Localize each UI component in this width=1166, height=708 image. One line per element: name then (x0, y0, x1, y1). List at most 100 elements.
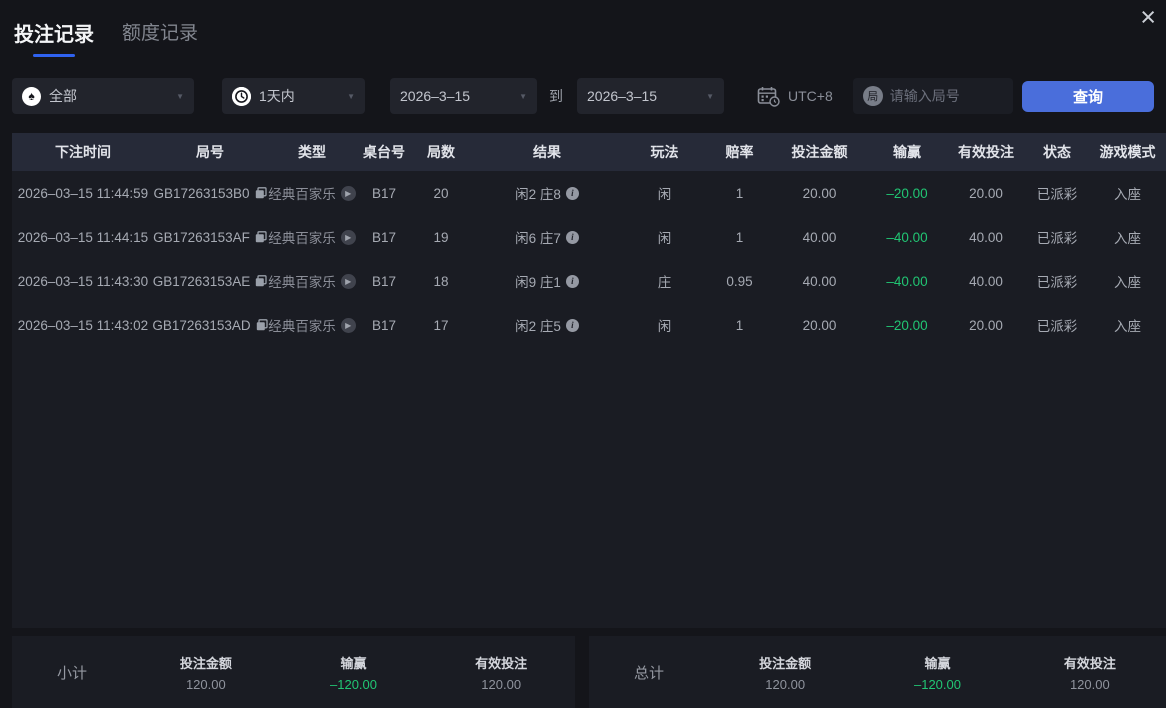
summary-bar: 小计 投注金额 120.00 输赢 –120.00 有效投注 120.00 总计… (0, 636, 1166, 708)
col-bet-amount: 投注金额 (772, 142, 867, 162)
cell-round-id: GB17263153AE (154, 274, 266, 289)
cell-win-loss: –40.00 (867, 230, 947, 245)
cell-odds: 1 (707, 318, 772, 333)
cell-bet-time: 2026–03–15 11:43:30 (12, 274, 154, 289)
play-circle-icon[interactable]: ▶ (341, 186, 356, 201)
cell-round-id: GB17263153AD (154, 318, 266, 333)
total-label: 总计 (589, 662, 709, 683)
cell-win-loss: –40.00 (867, 274, 947, 289)
game-type-value: 全部 (49, 86, 77, 106)
play-circle-icon[interactable]: ▶ (341, 318, 356, 333)
tab-quota-records[interactable]: 额度记录 (122, 18, 198, 55)
cell-game-mode: 入座 (1089, 315, 1166, 335)
play-circle-icon[interactable]: ▶ (341, 230, 356, 245)
time-range-select[interactable]: 1天内 ▼ (222, 78, 365, 114)
date-to-picker[interactable]: 2026–3–15 ▼ (577, 78, 724, 114)
cell-round-no: 18 (410, 274, 472, 289)
cell-odds: 0.95 (707, 274, 772, 289)
total-panel: 总计 投注金额 120.00 输赢 –120.00 有效投注 120.00 (589, 636, 1166, 708)
date-from-value: 2026–3–15 (400, 88, 470, 104)
cell-bet-amount: 40.00 (772, 274, 867, 289)
cell-bet-time: 2026–03–15 11:43:02 (12, 318, 154, 333)
cell-game-type: 经典百家乐 ▶ (266, 315, 358, 335)
subtotal-win-loss: 输赢 –120.00 (280, 653, 428, 692)
cell-result: 闲9 庄1 i (472, 271, 622, 291)
col-round-id: 局号 (154, 142, 266, 162)
table-header: 下注时间 局号 类型 桌台号 局数 结果 玩法 赔率 投注金额 输赢 有效投注 … (12, 133, 1166, 171)
col-type: 类型 (266, 142, 358, 162)
col-result: 结果 (472, 142, 622, 162)
query-button[interactable]: 查询 (1022, 81, 1154, 112)
clock-icon (232, 87, 251, 106)
table-row[interactable]: 2026–03–15 11:43:02 GB17263153AD 经典百家乐 ▶… (12, 303, 1166, 347)
total-bet-amount: 投注金额 120.00 (709, 653, 861, 692)
cell-round-no: 17 (410, 318, 472, 333)
col-status: 状态 (1025, 142, 1089, 162)
cell-round-no: 20 (410, 186, 472, 201)
col-valid-bet: 有效投注 (947, 142, 1025, 162)
info-icon[interactable]: i (566, 231, 579, 244)
timezone-label: UTC+8 (788, 88, 833, 104)
cell-odds: 1 (707, 186, 772, 201)
cell-game-mode: 入座 (1089, 227, 1166, 247)
cell-result: 闲2 庄5 i (472, 315, 622, 335)
col-round-no: 局数 (410, 142, 472, 162)
cell-status: 已派彩 (1025, 315, 1089, 335)
cell-game-type: 经典百家乐 ▶ (266, 227, 358, 247)
table-row[interactable]: 2026–03–15 11:44:15 GB17263153AF 经典百家乐 ▶… (12, 215, 1166, 259)
info-icon[interactable]: i (566, 275, 579, 288)
cell-status: 已派彩 (1025, 227, 1089, 247)
time-range-value: 1天内 (259, 86, 295, 106)
cell-valid-bet: 20.00 (947, 186, 1025, 201)
subtotal-panel: 小计 投注金额 120.00 输赢 –120.00 有效投注 120.00 (12, 636, 575, 708)
total-valid-bet: 有效投注 120.00 (1014, 653, 1166, 692)
col-win-loss: 输赢 (867, 142, 947, 162)
col-bet-time: 下注时间 (12, 142, 154, 162)
bet-records-table: 下注时间 局号 类型 桌台号 局数 结果 玩法 赔率 投注金额 输赢 有效投注 … (12, 133, 1166, 628)
cell-table-no: B17 (358, 274, 410, 289)
round-icon: 局 (863, 86, 883, 106)
close-icon[interactable]: × (1140, 4, 1156, 31)
subtotal-label: 小计 (12, 662, 132, 683)
col-table-no: 桌台号 (358, 142, 410, 162)
chevron-down-icon: ▼ (706, 92, 714, 101)
round-id-field: 局 (853, 78, 1013, 114)
cell-valid-bet: 20.00 (947, 318, 1025, 333)
info-icon[interactable]: i (566, 187, 579, 200)
cell-bet-amount: 40.00 (772, 230, 867, 245)
cell-status: 已派彩 (1025, 271, 1089, 291)
cell-bet-time: 2026–03–15 11:44:59 (12, 186, 154, 201)
play-circle-icon[interactable]: ▶ (341, 274, 356, 289)
round-id-input[interactable] (890, 88, 1003, 104)
game-type-select[interactable]: ♠ 全部 ▼ (12, 78, 194, 114)
filter-bar: ♠ 全部 ▼ 1天内 ▼ 2026–3–15 ▼ 到 2026–3–15 ▼ U… (12, 78, 1154, 114)
cell-result: 闲2 庄8 i (472, 183, 622, 203)
tab-bet-records[interactable]: 投注记录 (14, 18, 94, 57)
info-icon[interactable]: i (566, 319, 579, 332)
chevron-down-icon: ▼ (519, 92, 527, 101)
table-row[interactable]: 2026–03–15 11:44:59 GB17263153B0 经典百家乐 ▶… (12, 171, 1166, 215)
date-from-picker[interactable]: 2026–3–15 ▼ (390, 78, 537, 114)
cell-play: 闲 (622, 315, 707, 335)
cell-play: 庄 (622, 271, 707, 291)
cell-bet-amount: 20.00 (772, 186, 867, 201)
calendar-clock-icon (757, 86, 780, 107)
cell-table-no: B17 (358, 230, 410, 245)
copy-icon[interactable] (255, 187, 267, 199)
col-odds: 赔率 (707, 142, 772, 162)
cell-round-id: GB17263153AF (154, 230, 266, 245)
cell-round-id: GB17263153B0 (154, 186, 266, 201)
cell-odds: 1 (707, 230, 772, 245)
top-bar: 投注记录 额度记录 × (0, 0, 1166, 62)
cell-win-loss: –20.00 (867, 186, 947, 201)
cell-game-type: 经典百家乐 ▶ (266, 271, 358, 291)
cell-status: 已派彩 (1025, 183, 1089, 203)
timezone-indicator: UTC+8 (757, 86, 833, 107)
col-game-mode: 游戏模式 (1089, 142, 1166, 162)
cell-table-no: B17 (358, 186, 410, 201)
cell-table-no: B17 (358, 318, 410, 333)
to-label: 到 (549, 86, 563, 106)
table-row[interactable]: 2026–03–15 11:43:30 GB17263153AE 经典百家乐 ▶… (12, 259, 1166, 303)
cell-win-loss: –20.00 (867, 318, 947, 333)
subtotal-bet-amount: 投注金额 120.00 (132, 653, 280, 692)
